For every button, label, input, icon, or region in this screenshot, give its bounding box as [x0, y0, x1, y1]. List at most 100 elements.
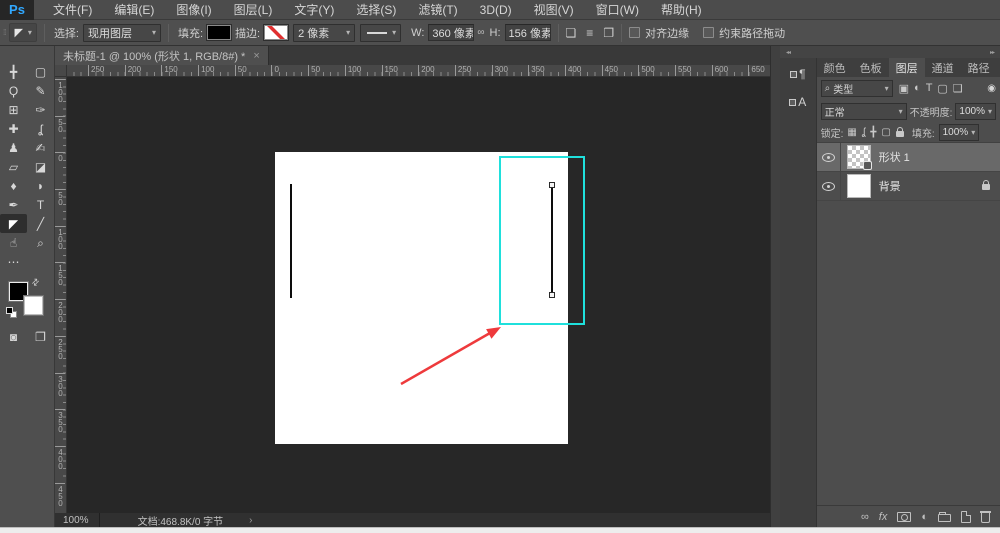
layer-row-shape-1[interactable]: 形状 1	[816, 143, 1000, 172]
tool-spot-healing[interactable]: ✚	[0, 119, 27, 138]
collapse-dock-icon[interactable]: ◂◂	[786, 49, 791, 56]
tool-eraser[interactable]: ▱	[0, 157, 27, 176]
canvas-workspace[interactable]	[67, 77, 770, 513]
menu-item[interactable]: 视图(V)	[523, 0, 585, 19]
tool-path-selection[interactable]: ◤	[0, 214, 27, 233]
default-colors-icon[interactable]	[6, 307, 18, 319]
filter-toggle-icon[interactable]: ◉	[987, 83, 996, 94]
tool-type[interactable]: T	[27, 195, 54, 214]
menu-item[interactable]: 3D(D)	[469, 0, 523, 19]
vertical-scrollbar[interactable]	[770, 46, 780, 527]
visibility-cell[interactable]	[817, 172, 841, 200]
screen-mode-button[interactable]: ❐	[27, 327, 54, 346]
layer-style-icon[interactable]: fx	[879, 511, 888, 523]
path-alignment-button[interactable]: ≡	[586, 26, 593, 40]
anchor-point-top[interactable]	[549, 182, 555, 188]
tool-eyedropper[interactable]: ✑	[27, 100, 54, 119]
constrain-path-checkbox[interactable]	[703, 27, 715, 38]
document-tab[interactable]: 未标题-1 @ 100% (形状 1, RGB/8#) * ×	[55, 46, 269, 65]
paragraph-styles-panel-icon[interactable]: ¶	[784, 64, 812, 84]
visibility-cell[interactable]	[817, 143, 841, 171]
select-mode-dropdown[interactable]: 现用图层 ▾	[83, 23, 161, 42]
tool-line[interactable]: ╱	[27, 214, 54, 233]
menu-item[interactable]: 文字(Y)	[283, 0, 345, 19]
layer-name[interactable]: 背景	[879, 178, 901, 194]
lock-pixels-icon[interactable]: ʆ	[862, 127, 866, 138]
link-layers-icon[interactable]: ∞	[861, 511, 869, 523]
path-arrange-button[interactable]: ❐	[603, 26, 614, 40]
filter-smart-object-icon[interactable]: ❑	[953, 82, 963, 95]
layer-thumbnail[interactable]	[846, 174, 871, 198]
status-options-chevron[interactable]: ›	[249, 515, 252, 526]
panel-tab[interactable]: 路径	[961, 58, 997, 77]
adjustment-layer-icon[interactable]: ◐	[921, 511, 928, 523]
tool-quick-selection[interactable]: ✎	[27, 81, 54, 100]
menu-item[interactable]: 帮助(H)	[650, 0, 713, 19]
filter-type-dropdown[interactable]: ⌕ 类型 ▾	[820, 80, 893, 97]
new-group-icon[interactable]	[938, 512, 951, 522]
tool-blur[interactable]: ♦	[0, 176, 27, 195]
panel-tab[interactable]: 色板	[853, 58, 889, 77]
opacity-dropdown[interactable]: 100% ▾	[955, 102, 996, 120]
filter-image-icon[interactable]: ▣	[899, 82, 909, 95]
zoom-level-field[interactable]: 100%	[55, 513, 100, 527]
tool-more[interactable]: ⋯	[0, 252, 27, 271]
horizontal-ruler[interactable]: 250 200 150 100 50 0 50 100 150 200 250 300 350 400 45…	[67, 65, 770, 77]
tool-history-brush[interactable]: ✍	[27, 138, 54, 157]
background-color-swatch[interactable]	[24, 296, 43, 315]
active-tool-preset[interactable]: ◤ ▾	[9, 23, 37, 42]
menu-item[interactable]: 图层(L)	[223, 0, 284, 19]
collapse-panels-icon[interactable]: ▸▸	[990, 49, 995, 56]
vertical-ruler[interactable]: 100 50 0 50 100 150 200 250 300 350 400 450	[55, 77, 67, 513]
lock-position-icon[interactable]: ╋	[870, 127, 876, 138]
tool-lasso[interactable]: Ϙ	[0, 81, 27, 100]
tool-hand[interactable]: ☝	[0, 233, 27, 252]
fill-opacity-dropdown[interactable]: 100% ▾	[938, 123, 980, 141]
swap-colors-icon[interactable]: ⇄	[29, 276, 42, 289]
menu-item[interactable]: 滤镜(T)	[407, 0, 468, 19]
tool-pen[interactable]: ✒	[0, 195, 27, 214]
blend-mode-dropdown[interactable]: 正常 ▾	[820, 102, 907, 120]
layer-thumbnail[interactable]	[846, 145, 872, 170]
shape-selection-bounds[interactable]	[499, 156, 585, 325]
tool-brush[interactable]: ʆ	[27, 119, 54, 138]
menu-item[interactable]: 选择(S)	[345, 0, 407, 19]
anchor-point-bottom[interactable]	[549, 292, 555, 298]
tool-rect-marquee[interactable]: ▢	[27, 62, 54, 81]
link-dimensions-icon[interactable]: ∞	[477, 27, 484, 38]
fill-color-swatch[interactable]	[207, 25, 232, 40]
panel-tab[interactable]: 通道	[925, 58, 961, 77]
tool-gradient[interactable]: ◪	[27, 157, 54, 176]
filter-type-icon[interactable]: T	[926, 82, 933, 95]
character-styles-panel-icon[interactable]: A	[784, 92, 812, 112]
layer-row-background[interactable]: 背景	[816, 172, 1000, 201]
tool-zoom[interactable]: ⌕	[27, 233, 54, 252]
stroke-style-dropdown[interactable]: ▾	[360, 23, 402, 42]
tool-move[interactable]: ╋	[0, 62, 27, 81]
photoshop-logo[interactable]: Ps	[0, 0, 34, 20]
menu-item[interactable]: 文件(F)	[42, 0, 103, 19]
lock-all-icon[interactable]	[895, 127, 904, 137]
quick-mask-button[interactable]: ◙	[0, 327, 27, 346]
menu-item[interactable]: 编辑(E)	[103, 0, 165, 19]
filter-adjustment-icon[interactable]: ◐	[914, 82, 921, 95]
tool-dodge[interactable]: ◗	[27, 176, 54, 195]
shape-height-field[interactable]: 156 像素	[504, 24, 551, 41]
stroke-color-swatch[interactable]	[264, 25, 289, 40]
lock-transparency-icon[interactable]: ▦	[847, 127, 856, 138]
stroke-width-dropdown[interactable]: 2 像素 ▾	[293, 23, 356, 42]
constrain-path-option[interactable]: 约束路径拖动	[703, 25, 785, 41]
delete-layer-icon[interactable]	[980, 511, 991, 523]
filter-shape-icon[interactable]: ▢	[937, 82, 947, 95]
panel-tab[interactable]: 图层	[888, 58, 925, 77]
align-edges-checkbox[interactable]	[629, 27, 641, 38]
layer-name[interactable]: 形状 1	[879, 149, 910, 165]
close-tab-icon[interactable]: ×	[253, 50, 259, 62]
align-edges-option[interactable]: 对齐边缘	[629, 25, 689, 41]
menu-item[interactable]: 窗口(W)	[585, 0, 650, 19]
panel-tab[interactable]: 颜色	[817, 58, 853, 77]
menu-item[interactable]: 图像(I)	[165, 0, 222, 19]
new-layer-icon[interactable]	[961, 510, 971, 523]
tool-crop[interactable]: ⊞	[0, 100, 27, 119]
shape-width-field[interactable]: 360 像素	[428, 24, 475, 41]
